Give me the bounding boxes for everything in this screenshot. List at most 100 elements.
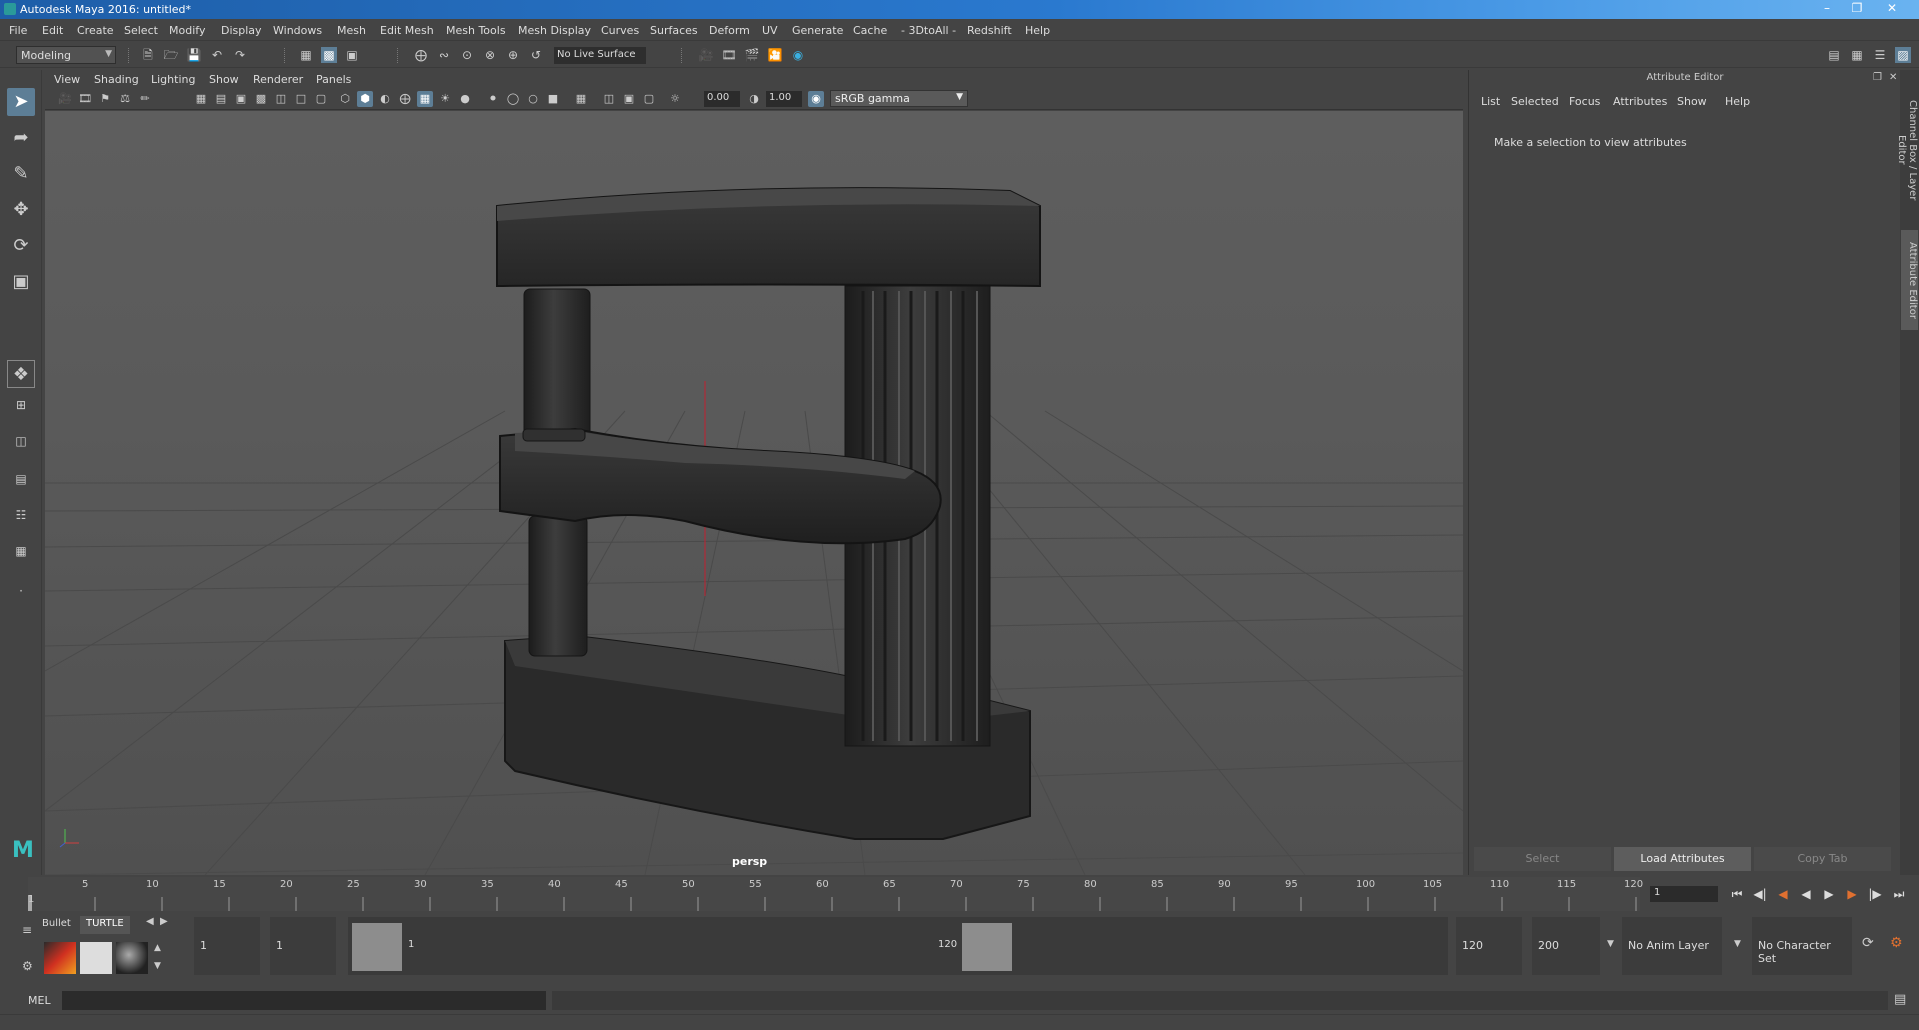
scale-tool-icon[interactable]: ▣ bbox=[7, 268, 35, 296]
bookmark-icon[interactable]: ⚑ bbox=[97, 91, 113, 107]
close-panel-icon[interactable]: ✕ bbox=[1889, 72, 1897, 83]
depth-of-field-icon[interactable]: ■ bbox=[545, 91, 561, 107]
save-scene-icon[interactable]: 💾 bbox=[186, 47, 202, 63]
hypershade-icon[interactable]: ◉ bbox=[790, 47, 806, 63]
new-scene-icon[interactable]: 🗎 bbox=[140, 47, 156, 63]
attribute-editor-toggle-icon[interactable]: ▨ bbox=[1895, 47, 1911, 63]
isolate-select-icon[interactable]: ▦ bbox=[573, 91, 589, 107]
menu-windows[interactable]: Windows bbox=[273, 24, 322, 37]
attr-menu-selected[interactable]: Selected bbox=[1511, 95, 1559, 108]
tab-attribute-editor[interactable]: Attribute Editor bbox=[1901, 230, 1918, 330]
layout-graph-icon[interactable]: ☷ bbox=[7, 504, 35, 526]
render-settings-icon[interactable]: 🎥 bbox=[698, 47, 714, 63]
load-attributes-button[interactable]: Load Attributes bbox=[1614, 847, 1751, 871]
shelf-tab-turtle[interactable]: TURTLE bbox=[80, 916, 130, 934]
menu-redshift[interactable]: Redshift bbox=[967, 24, 1012, 37]
range-bar[interactable]: 1 120 bbox=[348, 917, 1448, 975]
redo-icon[interactable]: ↷ bbox=[232, 47, 248, 63]
menu-select[interactable]: Select bbox=[124, 24, 158, 37]
tab-channel-box[interactable]: Channel Box / Layer Editor bbox=[1896, 80, 1918, 220]
menu-display[interactable]: Display bbox=[221, 24, 262, 37]
playback-end-field[interactable]: 120 bbox=[1456, 917, 1522, 975]
script-language-label[interactable]: MEL bbox=[28, 994, 51, 1007]
use-all-lights-icon[interactable]: ☀ bbox=[437, 91, 453, 107]
render-view-icon[interactable]: 🎦 bbox=[767, 47, 783, 63]
color-management-icon[interactable]: ◉ bbox=[808, 91, 824, 107]
playback-start-field[interactable]: 1 bbox=[270, 917, 336, 975]
step-back-key-icon[interactable]: ◀ bbox=[1774, 885, 1792, 903]
menu-3dtoall[interactable]: - 3DtoAll - bbox=[901, 24, 956, 37]
menu-set-dropdown[interactable]: Modeling ▼ bbox=[16, 46, 116, 64]
snap-grid-icon[interactable]: ⨁ bbox=[413, 47, 429, 63]
channel-box-toggle-icon[interactable]: ▦ bbox=[1849, 47, 1865, 63]
panel-menu-view[interactable]: View bbox=[54, 73, 80, 86]
wireframe-on-shaded-icon[interactable]: ⨁ bbox=[397, 91, 413, 107]
camera-attributes-icon[interactable]: 🎞 bbox=[77, 91, 93, 107]
menu-edit[interactable]: Edit bbox=[42, 24, 63, 37]
shelf-scroll-right-icon[interactable]: ▶ bbox=[160, 916, 168, 927]
shelf-tab-bullet[interactable]: Bullet bbox=[36, 916, 77, 934]
layout-two-view-icon[interactable]: ◫ bbox=[7, 430, 35, 452]
image-plane-icon[interactable]: ⚖ bbox=[117, 91, 133, 107]
smooth-shade-icon[interactable]: ⬢ bbox=[357, 91, 373, 107]
open-scene-icon[interactable]: 🗁 bbox=[163, 47, 179, 63]
range-start-handle[interactable] bbox=[352, 923, 402, 971]
chevron-down-icon[interactable]: ▼ bbox=[1607, 939, 1614, 949]
safe-title-icon[interactable]: ▢ bbox=[313, 91, 329, 107]
lasso-tool-icon[interactable]: ➦ bbox=[7, 124, 35, 152]
menu-file[interactable]: File bbox=[9, 24, 27, 37]
gate-mask-icon[interactable]: ▩ bbox=[253, 91, 269, 107]
step-back-frame-icon[interactable]: ◀| bbox=[1751, 885, 1769, 903]
xray-components-icon[interactable]: ▢ bbox=[641, 91, 657, 107]
minimize-icon[interactable]: – bbox=[1815, 0, 1839, 17]
layout-outliner-icon[interactable]: ▤ bbox=[7, 468, 35, 490]
shelf-menu-icon[interactable]: ≡ bbox=[22, 923, 32, 937]
menu-generate[interactable]: Generate bbox=[792, 24, 843, 37]
film-gate-icon[interactable]: ▤ bbox=[213, 91, 229, 107]
shelf-down-icon[interactable]: ▼ bbox=[154, 961, 161, 971]
field-chart-icon[interactable]: ◫ bbox=[273, 91, 289, 107]
panel-menu-shading[interactable]: Shading bbox=[94, 73, 139, 86]
layout-four-view-icon[interactable]: ⊞ bbox=[7, 394, 35, 416]
panel-menu-panels[interactable]: Panels bbox=[316, 73, 351, 86]
menu-deform[interactable]: Deform bbox=[709, 24, 750, 37]
safe-action-icon[interactable]: □ bbox=[293, 91, 309, 107]
render-frame-icon[interactable]: 🎞 bbox=[721, 47, 737, 63]
menu-create[interactable]: Create bbox=[77, 24, 114, 37]
gamma-field[interactable]: 1.00 bbox=[766, 91, 802, 107]
select-object-icon[interactable]: ▩ bbox=[321, 47, 337, 63]
layout-custom-icon[interactable]: · bbox=[7, 580, 35, 602]
menu-cache[interactable]: Cache bbox=[853, 24, 887, 37]
attr-menu-focus[interactable]: Focus bbox=[1569, 95, 1600, 108]
grease-pencil-icon[interactable]: ✏ bbox=[137, 91, 153, 107]
move-tool-icon[interactable]: ✥ bbox=[7, 196, 35, 224]
close-icon[interactable]: ✕ bbox=[1880, 0, 1904, 17]
character-set-dropdown[interactable]: No Character Set bbox=[1752, 917, 1852, 975]
exposure-icon[interactable]: ☼ bbox=[667, 91, 683, 107]
step-forward-frame-icon[interactable]: |▶ bbox=[1866, 885, 1884, 903]
snap-surface-icon[interactable]: ⊕ bbox=[505, 47, 521, 63]
undo-icon[interactable]: ↶ bbox=[209, 47, 225, 63]
shelf-settings-icon[interactable]: ⚙ bbox=[22, 959, 33, 973]
anti-aliasing-icon[interactable]: ○ bbox=[525, 91, 541, 107]
tool-settings-icon[interactable]: ☰ bbox=[1872, 47, 1888, 63]
panel-menu-renderer[interactable]: Renderer bbox=[253, 73, 303, 86]
perspective-viewport[interactable]: persp bbox=[45, 111, 1463, 875]
turtle-baking-icon[interactable] bbox=[80, 942, 112, 974]
select-button[interactable]: Select bbox=[1474, 847, 1611, 871]
select-tool-icon[interactable]: ➤ bbox=[7, 88, 35, 116]
menu-curves[interactable]: Curves bbox=[601, 24, 639, 37]
time-slider[interactable]: 5 10 15 20 25 30 35 40 45 50 55 60 65 70… bbox=[0, 877, 1643, 912]
paint-select-tool-icon[interactable]: ✎ bbox=[7, 160, 35, 188]
rotate-tool-icon[interactable]: ⟳ bbox=[7, 232, 35, 260]
attr-menu-list[interactable]: List bbox=[1481, 95, 1500, 108]
attr-menu-show[interactable]: Show bbox=[1677, 95, 1707, 108]
grid-toggle-icon[interactable]: ▦ bbox=[193, 91, 209, 107]
menu-mesh-tools[interactable]: Mesh Tools bbox=[446, 24, 506, 37]
attr-menu-attributes[interactable]: Attributes bbox=[1613, 95, 1667, 108]
menu-mesh-display[interactable]: Mesh Display bbox=[518, 24, 591, 37]
snap-curve-icon[interactable]: ∾ bbox=[436, 47, 452, 63]
script-editor-icon[interactable]: ▤ bbox=[1894, 992, 1906, 1007]
step-forward-key-icon[interactable]: ▶ bbox=[1843, 885, 1861, 903]
modeling-toolkit-icon[interactable]: ▤ bbox=[1826, 47, 1842, 63]
